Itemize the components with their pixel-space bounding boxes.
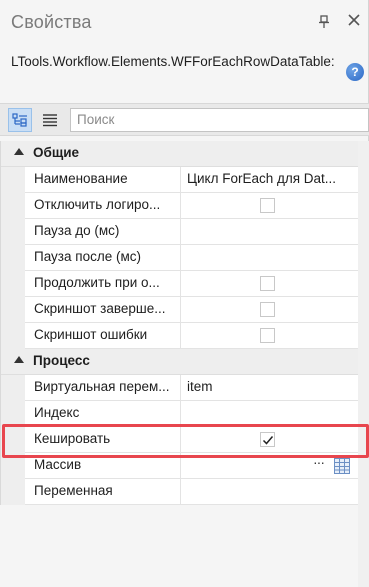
- property-name: Продолжить при о...: [34, 275, 160, 290]
- property-row-variable[interactable]: Переменная: [1, 479, 358, 505]
- row-gutter: [1, 167, 25, 193]
- category-process[interactable]: Процесс: [1, 349, 358, 375]
- close-icon[interactable]: [347, 13, 361, 27]
- property-name: Отключить логиро...: [34, 197, 161, 212]
- property-name: Наименование: [34, 171, 128, 186]
- property-name: Виртуальная перем...: [34, 379, 170, 394]
- property-row-screenshot-error[interactable]: Скриншот ошибки: [1, 323, 358, 349]
- help-icon[interactable]: ?: [346, 63, 364, 81]
- collapse-triangle-icon[interactable]: [14, 148, 24, 155]
- column-divider[interactable]: [180, 297, 181, 323]
- property-row-screenshot-complete[interactable]: Скриншот заверше...: [1, 297, 358, 323]
- row-gutter: [1, 401, 25, 427]
- property-checkbox[interactable]: [260, 198, 275, 213]
- row-gutter: [1, 323, 25, 349]
- property-name: Индекс: [34, 405, 80, 420]
- column-divider[interactable]: [180, 271, 181, 297]
- column-divider[interactable]: [180, 479, 181, 505]
- pin-icon[interactable]: [318, 15, 330, 29]
- property-checkbox[interactable]: [260, 432, 275, 447]
- property-row-virtual-variable[interactable]: Виртуальная перем... item: [1, 375, 358, 401]
- search-input[interactable]: Поиск: [70, 108, 369, 132]
- ellipsis-button[interactable]: ···: [313, 454, 325, 470]
- column-divider[interactable]: [180, 427, 181, 453]
- property-row-cache[interactable]: Кешировать: [1, 427, 358, 453]
- column-divider[interactable]: [180, 167, 181, 193]
- column-divider[interactable]: [180, 219, 181, 245]
- table-icon[interactable]: [334, 458, 350, 474]
- property-name: Скриншот ошибки: [34, 327, 148, 342]
- column-divider[interactable]: [180, 453, 181, 479]
- column-divider[interactable]: [180, 193, 181, 219]
- alphabetical-view-icon: [43, 114, 57, 127]
- property-name: Массив: [34, 457, 82, 472]
- property-value[interactable]: Цикл ForEach для Dat...: [187, 171, 357, 186]
- row-gutter: [1, 271, 25, 297]
- property-row-disable-logging[interactable]: Отключить логиро...: [1, 193, 358, 219]
- property-name: Переменная: [34, 483, 113, 498]
- category-general[interactable]: Общие: [1, 141, 358, 167]
- row-gutter: [1, 219, 25, 245]
- property-checkbox[interactable]: [260, 328, 275, 343]
- column-divider[interactable]: [180, 245, 181, 271]
- property-name: Скриншот заверше...: [34, 301, 166, 316]
- property-row-pause-after[interactable]: Пауза после (мс): [1, 245, 358, 271]
- row-gutter: [1, 427, 25, 453]
- row-gutter: [1, 479, 25, 505]
- property-checkbox[interactable]: [260, 276, 275, 291]
- row-gutter: [1, 193, 25, 219]
- property-row-continue-on-error[interactable]: Продолжить при о...: [1, 271, 358, 297]
- property-row-name[interactable]: Наименование Цикл ForEach для Dat...: [1, 167, 358, 193]
- row-gutter: [1, 375, 25, 401]
- category-label: Общие: [33, 145, 80, 160]
- property-name: Кешировать: [34, 431, 111, 446]
- panel-title: Свойства: [11, 12, 92, 32]
- property-toolbar: Поиск: [0, 103, 369, 136]
- vertical-scrollbar[interactable]: [358, 141, 369, 587]
- categorized-view-icon: [12, 113, 27, 127]
- property-row-pause-before[interactable]: Пауза до (мс): [1, 219, 358, 245]
- checkmark-icon: [262, 436, 274, 445]
- collapse-triangle-icon[interactable]: [14, 356, 24, 363]
- row-gutter: [1, 245, 25, 271]
- property-row-index[interactable]: Индекс: [1, 401, 358, 427]
- row-gutter: [1, 297, 25, 323]
- alphabetical-view-button[interactable]: [38, 108, 62, 132]
- property-name: Пауза после (мс): [34, 249, 141, 264]
- property-name: Пауза до (мс): [34, 223, 120, 238]
- column-divider[interactable]: [180, 375, 181, 401]
- selected-object-type: LTools.Workflow.Elements.WFForEachRowDat…: [11, 54, 335, 69]
- category-label: Процесс: [33, 353, 90, 368]
- column-divider[interactable]: [180, 401, 181, 427]
- property-checkbox[interactable]: [260, 302, 275, 317]
- column-divider[interactable]: [180, 323, 181, 349]
- categorized-view-button[interactable]: [8, 108, 32, 132]
- property-value[interactable]: item: [187, 379, 357, 394]
- properties-panel: Свойства LTools.Workflow.Elements.WFForE…: [0, 0, 369, 587]
- property-row-array[interactable]: Массив ···: [1, 453, 358, 479]
- property-grid: Общие Наименование Цикл ForEach для Dat.…: [0, 141, 358, 505]
- title-bar: Свойства: [0, 0, 369, 44]
- row-gutter: [1, 453, 25, 479]
